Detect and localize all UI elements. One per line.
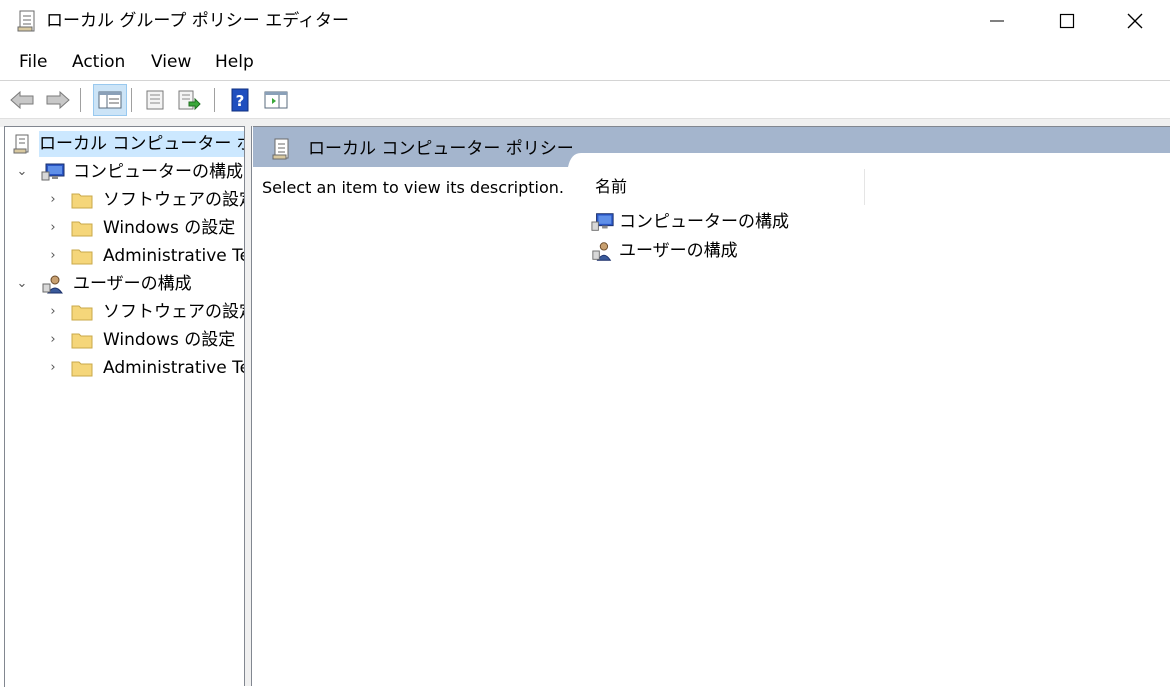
chevron-right-icon[interactable]: › (45, 299, 61, 325)
folder-icon (71, 193, 93, 209)
tree-label: コンピューターの構成 (73, 162, 243, 182)
minimize-icon (990, 20, 1004, 22)
tree-label: Windows の設定 (103, 218, 236, 238)
forward-button[interactable] (44, 86, 72, 114)
help-icon: ? (231, 88, 249, 112)
tree-label: Windows の設定 (103, 330, 236, 350)
user-config-icon (592, 242, 612, 261)
back-icon (10, 90, 34, 110)
tree-item-administrative-templates[interactable]: › Administrative Te (5, 355, 245, 381)
policy-icon (13, 134, 29, 154)
minimize-button[interactable] (962, 0, 1032, 42)
properties-button[interactable] (141, 86, 169, 114)
chevron-right-icon[interactable]: › (45, 327, 61, 353)
chevron-right-icon[interactable]: › (45, 355, 61, 381)
show-hide-tree-icon (98, 91, 122, 109)
toolbar-separator (214, 88, 215, 112)
menu-action[interactable]: Action (72, 50, 125, 74)
tree-item-windows-settings[interactable]: › Windows の設定 (5, 215, 245, 241)
menu-view[interactable]: View (151, 50, 191, 74)
folder-icon (71, 221, 93, 237)
tree-item-administrative-templates[interactable]: › Administrative Te (5, 243, 245, 269)
tree-item-user-config[interactable]: ⌄ ユーザーの構成 (5, 271, 245, 297)
list-item-label: コンピューターの構成 (619, 212, 789, 232)
chevron-down-icon[interactable]: ⌄ (14, 159, 30, 185)
policy-editor-icon (17, 10, 35, 32)
folder-icon (71, 361, 93, 377)
tree-item-software-settings[interactable]: › ソフトウェアの設定 (5, 187, 245, 213)
maximize-icon (1059, 13, 1075, 29)
chevron-right-icon[interactable]: › (45, 187, 61, 213)
tree-item-windows-settings[interactable]: › Windows の設定 (5, 327, 245, 353)
details-header-title: ローカル コンピューター ポリシー (308, 139, 574, 159)
chevron-down-icon[interactable]: ⌄ (14, 271, 30, 297)
computer-config-icon (41, 163, 65, 181)
tree-label: Administrative Te (103, 358, 245, 378)
help-button[interactable]: ? (226, 86, 254, 114)
close-button[interactable] (1100, 0, 1170, 42)
tree-label: ソフトウェアの設定 (103, 190, 245, 210)
folder-icon (71, 305, 93, 321)
show-hide-action-pane-icon (264, 91, 288, 109)
list-item-label: ユーザーの構成 (619, 241, 738, 261)
svg-text:?: ? (236, 92, 245, 110)
toolbar: ? (0, 82, 1170, 116)
pane-splitter[interactable] (244, 126, 252, 686)
close-icon (1127, 13, 1143, 29)
column-header-name[interactable]: 名前 (595, 175, 627, 199)
menu-file[interactable]: File (19, 50, 47, 74)
tree-label: ユーザーの構成 (73, 274, 192, 294)
menu-divider (0, 80, 1170, 81)
details-pane: ローカル コンピューター ポリシー Select an item to view… (253, 126, 1170, 687)
console-tree: ローカル コンピューター ポリシ ⌄ コンピューターの構成 › ソフトウェアの設… (4, 126, 245, 687)
folder-icon (71, 249, 93, 265)
policy-icon (272, 138, 289, 160)
window-title: ローカル グループ ポリシー エディター (46, 11, 350, 31)
back-button[interactable] (8, 86, 36, 114)
tree-item-root[interactable]: ローカル コンピューター ポリシ (5, 131, 245, 157)
forward-icon (46, 90, 70, 110)
properties-icon (146, 90, 164, 110)
toolbar-separator (131, 88, 132, 112)
chevron-right-icon[interactable]: › (45, 243, 61, 269)
computer-config-icon (591, 213, 614, 231)
folder-icon (71, 333, 93, 349)
tree-item-software-settings[interactable]: › ソフトウェアの設定 (5, 299, 245, 325)
menu-bar: File Action View Help (0, 48, 1170, 78)
toolbar-separator (80, 88, 81, 112)
tree-label: ソフトウェアの設定 (103, 302, 245, 322)
show-hide-tree-button[interactable] (93, 84, 127, 116)
user-config-icon (42, 275, 63, 294)
chevron-right-icon[interactable]: › (45, 215, 61, 241)
tree-label: Administrative Te (103, 246, 245, 266)
tree-item-computer-config[interactable]: ⌄ コンピューターの構成 (5, 159, 245, 185)
menu-help[interactable]: Help (215, 50, 254, 74)
maximize-button[interactable] (1032, 0, 1102, 42)
title-bar: ローカル グループ ポリシー エディター (0, 0, 1170, 42)
export-list-icon (178, 90, 201, 111)
description-text: Select an item to view its description. (262, 178, 564, 197)
export-list-button[interactable] (175, 86, 203, 114)
show-hide-action-pane-button[interactable] (262, 86, 290, 114)
tree-label: ローカル コンピューター ポリシ (39, 131, 245, 157)
column-separator[interactable] (864, 169, 865, 205)
